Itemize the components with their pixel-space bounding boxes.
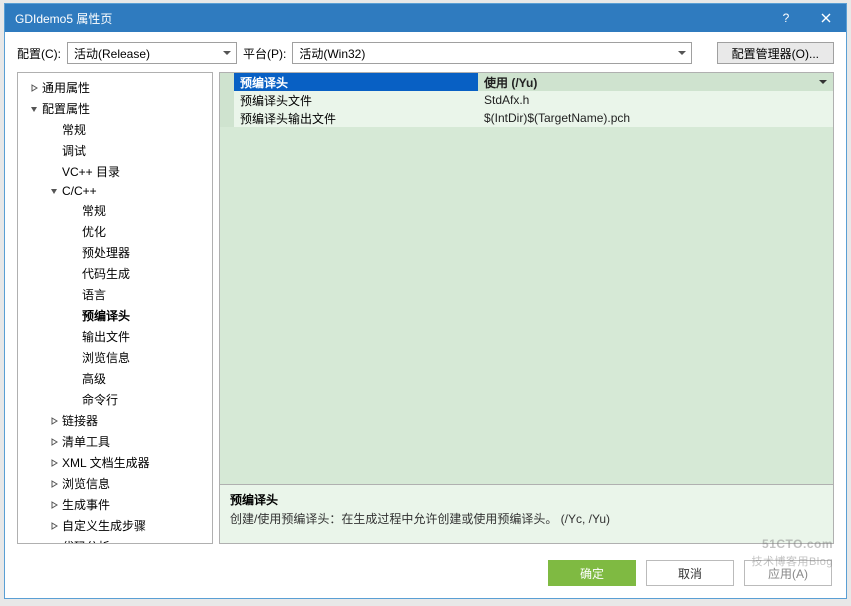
grid-header-name: 预编译头 xyxy=(220,73,478,91)
tree-item[interactable]: 生成事件 xyxy=(18,494,212,515)
tree-item-label: 浏览信息 xyxy=(62,475,110,492)
chevron-down-icon[interactable] xyxy=(48,185,60,197)
chevron-right-icon[interactable] xyxy=(48,520,60,532)
tree-spacer xyxy=(68,310,80,322)
tree-item[interactable]: 常规 xyxy=(18,119,212,140)
grid-cell-value[interactable]: $(IntDir)$(TargetName).pch xyxy=(478,109,833,127)
chevron-right-icon[interactable] xyxy=(48,457,60,469)
tree-item[interactable]: 清单工具 xyxy=(18,431,212,452)
tree-spacer xyxy=(48,124,60,136)
tree-item[interactable]: 命令行 xyxy=(18,389,212,410)
tree-item-label: 清单工具 xyxy=(62,433,110,450)
tree-spacer xyxy=(68,268,80,280)
tree-item[interactable]: 输出文件 xyxy=(18,326,212,347)
tree-item-label: 高级 xyxy=(82,370,106,387)
tree-item[interactable]: 高级 xyxy=(18,368,212,389)
chevron-right-icon[interactable] xyxy=(48,436,60,448)
cancel-button[interactable]: 取消 xyxy=(646,560,734,586)
tree-item[interactable]: 自定义生成步骤 xyxy=(18,515,212,536)
chevron-right-icon[interactable] xyxy=(48,478,60,490)
tree-item-label: 预编译头 xyxy=(82,307,130,324)
tree-item[interactable]: 链接器 xyxy=(18,410,212,431)
tree-item[interactable]: 调试 xyxy=(18,140,212,161)
tree-item-label: 常规 xyxy=(82,202,106,219)
tree-item[interactable]: C/C++ xyxy=(18,182,212,200)
tree-spacer xyxy=(68,205,80,217)
tree-item-label: 调试 xyxy=(62,142,86,159)
description-title: 预编译头 xyxy=(230,491,823,508)
grid-header-value[interactable]: 使用 (/Yu) xyxy=(478,73,833,91)
tree-spacer xyxy=(48,145,60,157)
chevron-right-icon[interactable] xyxy=(48,541,60,545)
grid-cell-name: 预编译头文件 xyxy=(220,91,478,109)
tree-item-label: 浏览信息 xyxy=(82,349,130,366)
tree-item[interactable]: XML 文档生成器 xyxy=(18,452,212,473)
tree-item[interactable]: 配置属性 xyxy=(18,98,212,119)
tree-item-label: 代码生成 xyxy=(82,265,130,282)
tree-item-label: 命令行 xyxy=(82,391,118,408)
tree-spacer xyxy=(48,166,60,178)
tree-item[interactable]: 代码分析 xyxy=(18,536,212,544)
platform-label: 平台(P): xyxy=(243,45,286,62)
grid-header-row[interactable]: 预编译头 使用 (/Yu) xyxy=(220,73,833,91)
tree-spacer xyxy=(68,394,80,406)
property-grid: 预编译头 使用 (/Yu) 预编译头文件StdAfx.h预编译头输出文件$(In… xyxy=(220,73,833,484)
tree-item[interactable]: 代码生成 xyxy=(18,263,212,284)
tree-spacer xyxy=(68,247,80,259)
tree-item[interactable]: 预处理器 xyxy=(18,242,212,263)
tree-spacer xyxy=(68,289,80,301)
dialog-footer: 确定 取消 应用(A) xyxy=(5,552,846,598)
grid-row[interactable]: 预编译头文件StdAfx.h xyxy=(220,91,833,109)
tree-item-label: 语言 xyxy=(82,286,106,303)
tree-item[interactable]: 预编译头 xyxy=(18,305,212,326)
ok-button[interactable]: 确定 xyxy=(548,560,636,586)
tree-item-label: 代码分析 xyxy=(62,538,110,544)
close-button[interactable] xyxy=(806,4,846,32)
tree-item-label: 优化 xyxy=(82,223,106,240)
config-label: 配置(C): xyxy=(17,45,61,62)
description-panel: 预编译头 创建/使用预编译头：在生成过程中允许创建或使用预编译头。 (/Yc, … xyxy=(220,484,833,543)
tree-item[interactable]: 优化 xyxy=(18,221,212,242)
tree-item[interactable]: VC++ 目录 xyxy=(18,161,212,182)
tree-item-label: VC++ 目录 xyxy=(62,163,120,180)
property-tree[interactable]: 通用属性配置属性常规调试VC++ 目录C/C++常规优化预处理器代码生成语言预编… xyxy=(17,72,213,544)
tree-item[interactable]: 语言 xyxy=(18,284,212,305)
tree-item[interactable]: 通用属性 xyxy=(18,77,212,98)
tree-item-label: 通用属性 xyxy=(42,79,90,96)
close-icon xyxy=(821,13,831,23)
tree-spacer xyxy=(68,352,80,364)
tree-item-label: 配置属性 xyxy=(42,100,90,117)
tree-item-label: 生成事件 xyxy=(62,496,110,513)
grid-row[interactable]: 预编译头输出文件$(IntDir)$(TargetName).pch xyxy=(220,109,833,127)
tree-item[interactable]: 常规 xyxy=(18,200,212,221)
tree-item-label: C/C++ xyxy=(62,184,97,198)
window-title: GDIdemo5 属性页 xyxy=(15,10,766,27)
description-text: 创建/使用预编译头：在生成过程中允许创建或使用预编译头。 (/Yc, /Yu) xyxy=(230,510,823,527)
tree-item-label: 输出文件 xyxy=(82,328,130,345)
tree-item[interactable]: 浏览信息 xyxy=(18,473,212,494)
tree-spacer xyxy=(68,331,80,343)
chevron-right-icon[interactable] xyxy=(48,415,60,427)
chevron-right-icon[interactable] xyxy=(48,499,60,511)
chevron-right-icon[interactable] xyxy=(28,82,40,94)
tree-spacer xyxy=(68,373,80,385)
tree-spacer xyxy=(68,226,80,238)
tree-item-label: 链接器 xyxy=(62,412,98,429)
help-button[interactable]: ? xyxy=(766,4,806,32)
platform-combo[interactable]: 活动(Win32) xyxy=(292,42,692,64)
apply-button[interactable]: 应用(A) xyxy=(744,560,832,586)
grid-cell-value[interactable]: StdAfx.h xyxy=(478,91,833,109)
tree-item-label: 常规 xyxy=(62,121,86,138)
config-manager-button[interactable]: 配置管理器(O)... xyxy=(717,42,834,64)
chevron-down-icon[interactable] xyxy=(28,103,40,115)
tree-item-label: 自定义生成步骤 xyxy=(62,517,146,534)
toolbar: 配置(C): 活动(Release) 平台(P): 活动(Win32) 配置管理… xyxy=(5,32,846,72)
grid-cell-name: 预编译头输出文件 xyxy=(220,109,478,127)
tree-item[interactable]: 浏览信息 xyxy=(18,347,212,368)
tree-item-label: XML 文档生成器 xyxy=(62,454,150,471)
tree-item-label: 预处理器 xyxy=(82,244,130,261)
config-combo[interactable]: 活动(Release) xyxy=(67,42,237,64)
titlebar: GDIdemo5 属性页 ? xyxy=(5,4,846,32)
